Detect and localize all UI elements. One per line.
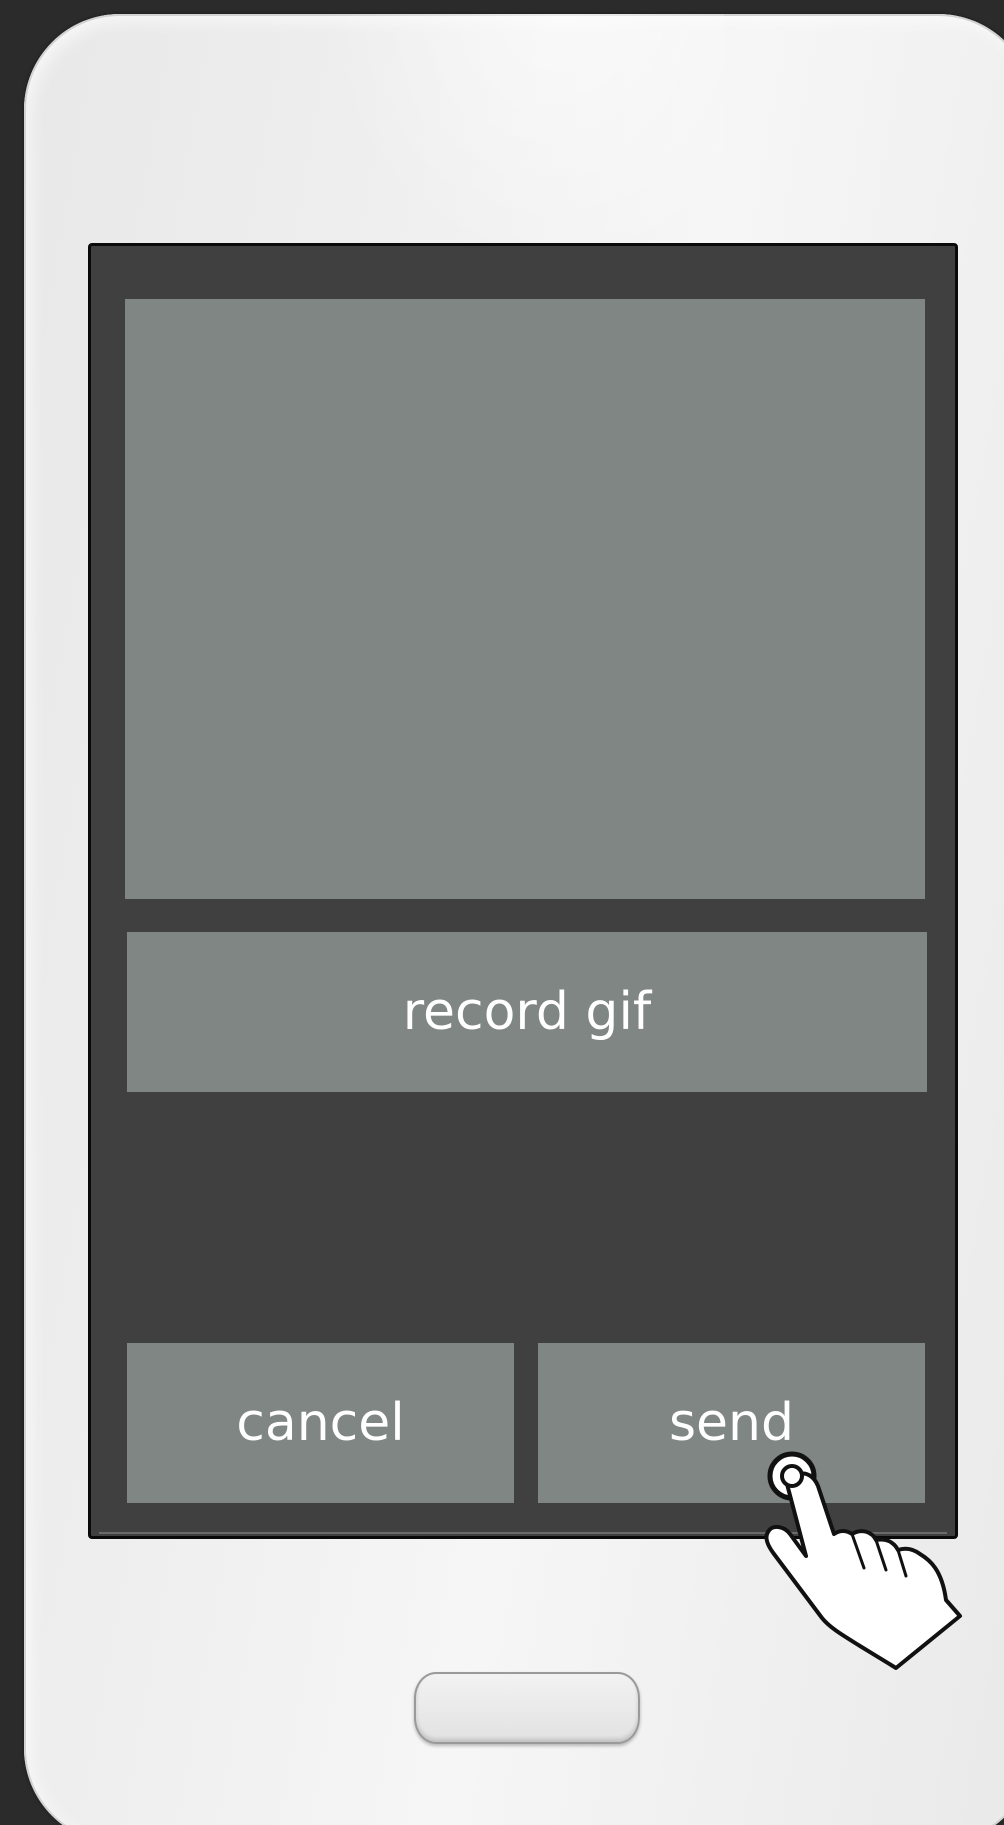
cancel-button[interactable]: cancel [127, 1343, 514, 1503]
gif-preview-area [125, 299, 925, 899]
send-label: send [668, 1393, 795, 1453]
stage: record gif cancel send [0, 0, 1004, 1825]
cancel-label: cancel [236, 1393, 405, 1453]
record-gif-button[interactable]: record gif [127, 932, 927, 1092]
phone-sheen [324, 14, 724, 274]
record-gif-label: record gif [402, 982, 652, 1042]
hand-tap-icon [764, 1451, 962, 1670]
phone-screen: record gif cancel send [88, 243, 958, 1539]
home-button[interactable] [414, 1672, 640, 1744]
